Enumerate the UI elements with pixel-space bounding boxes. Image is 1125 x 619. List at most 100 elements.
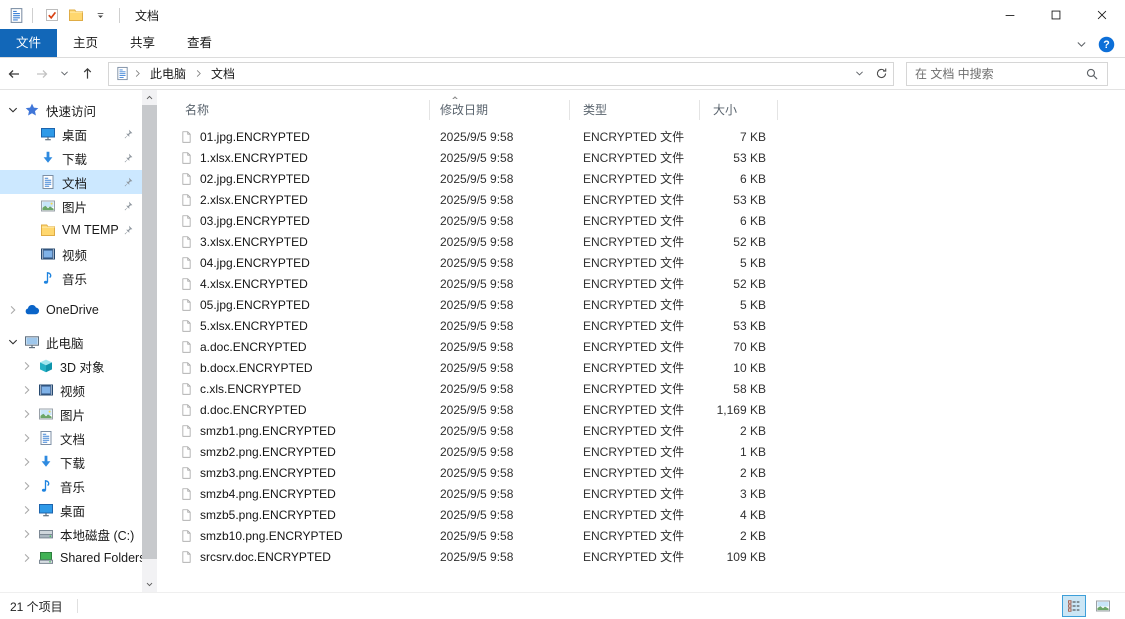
details-view-button[interactable] <box>1062 595 1086 617</box>
file-name: smzb3.png.ENCRYPTED <box>200 466 336 480</box>
sidebar-item-qa-pictures[interactable]: 图片 <box>0 194 142 218</box>
sidebar-item-pc-3d-objects[interactable]: 3D 对象 <box>0 354 142 378</box>
file-row[interactable]: 01.jpg.ENCRYPTED2025/9/5 9:58ENCRYPTED 文… <box>170 126 1125 147</box>
sidebar-item-qa-downloads[interactable]: 下载 <box>0 146 142 170</box>
sidebar-item-pc-shared-folders[interactable]: Shared Folders <box>0 546 142 570</box>
column-header-date-modified[interactable]: 修改日期 <box>430 100 570 120</box>
file-icon <box>180 528 193 544</box>
file-type: ENCRYPTED 文件 <box>570 401 700 418</box>
download-icon <box>40 150 56 166</box>
file-row[interactable]: 4.xlsx.ENCRYPTED2025/9/5 9:58ENCRYPTED 文… <box>170 273 1125 294</box>
maximize-button[interactable] <box>1033 0 1079 30</box>
breadcrumb-documents[interactable]: 文档 <box>206 65 240 82</box>
file-row[interactable]: smzb2.png.ENCRYPTED2025/9/5 9:58ENCRYPTE… <box>170 441 1125 462</box>
file-row[interactable]: srcsrv.doc.ENCRYPTED2025/9/5 9:58ENCRYPT… <box>170 546 1125 567</box>
file-size: 3 KB <box>700 487 778 501</box>
address-dropdown-button[interactable] <box>849 63 869 85</box>
file-row[interactable]: smzb10.png.ENCRYPTED2025/9/5 9:58ENCRYPT… <box>170 525 1125 546</box>
file-size: 53 KB <box>700 193 778 207</box>
file-row[interactable]: smzb1.png.ENCRYPTED2025/9/5 9:58ENCRYPTE… <box>170 420 1125 441</box>
minimize-button[interactable] <box>987 0 1033 30</box>
column-header-type[interactable]: 类型 <box>570 100 700 120</box>
sidebar-item-pc-desktop[interactable]: 桌面 <box>0 498 142 522</box>
thumbnails-view-button[interactable] <box>1091 595 1115 617</box>
main-area: 快速访问桌面下载文档图片VM TEMP视频音乐OneDrive此电脑3D 对象视… <box>0 90 1125 592</box>
file-row[interactable]: 5.xlsx.ENCRYPTED2025/9/5 9:58ENCRYPTED 文… <box>170 315 1125 336</box>
file-row[interactable]: 1.xlsx.ENCRYPTED2025/9/5 9:58ENCRYPTED 文… <box>170 147 1125 168</box>
file-icon <box>180 549 193 565</box>
sidebar-item-this-pc[interactable]: 此电脑 <box>0 330 142 354</box>
breadcrumb-this-pc[interactable]: 此电脑 <box>145 65 191 82</box>
file-row[interactable]: 04.jpg.ENCRYPTED2025/9/5 9:58ENCRYPTED 文… <box>170 252 1125 273</box>
sidebar-item-pc-pictures[interactable]: 图片 <box>0 402 142 426</box>
file-icon <box>180 255 193 271</box>
sidebar-scrollbar[interactable] <box>142 90 157 592</box>
chevron-right-icon <box>20 383 34 397</box>
search-input[interactable] <box>907 67 1085 81</box>
back-button[interactable] <box>0 60 28 88</box>
quick-access-toolbar: 文档 <box>0 0 987 30</box>
sidebar-item-qa-music[interactable]: 音乐 <box>0 266 142 290</box>
sidebar-item-pc-documents[interactable]: 文档 <box>0 426 142 450</box>
file-row[interactable]: 05.jpg.ENCRYPTED2025/9/5 9:58ENCRYPTED 文… <box>170 294 1125 315</box>
file-type: ENCRYPTED 文件 <box>570 422 700 439</box>
column-header-size[interactable]: 大小 <box>700 100 778 120</box>
file-name-cell: b.docx.ENCRYPTED <box>170 360 430 376</box>
sidebar-item-pc-local-disk-c[interactable]: 本地磁盘 (C:) <box>0 522 142 546</box>
pin-icon <box>122 128 134 140</box>
file-type: ENCRYPTED 文件 <box>570 506 700 523</box>
file-name: smzb2.png.ENCRYPTED <box>200 445 336 459</box>
file-row[interactable]: 03.jpg.ENCRYPTED2025/9/5 9:58ENCRYPTED 文… <box>170 210 1125 231</box>
file-type: ENCRYPTED 文件 <box>570 317 700 334</box>
address-bar[interactable]: 此电脑 文档 <box>108 62 894 86</box>
close-button[interactable] <box>1079 0 1125 30</box>
file-size: 70 KB <box>700 340 778 354</box>
file-row[interactable]: b.docx.ENCRYPTED2025/9/5 9:58ENCRYPTED 文… <box>170 357 1125 378</box>
sidebar-item-qa-documents[interactable]: 文档 <box>0 170 142 194</box>
sidebar-item-pc-music[interactable]: 音乐 <box>0 474 142 498</box>
tab-view[interactable]: 查看 <box>171 29 228 57</box>
tab-file[interactable]: 文件 <box>0 29 57 57</box>
sort-ascending-icon <box>447 90 463 99</box>
file-row[interactable]: 3.xlsx.ENCRYPTED2025/9/5 9:58ENCRYPTED 文… <box>170 231 1125 252</box>
sidebar-item-qa-vm-temp[interactable]: VM TEMP <box>0 218 142 242</box>
column-header-name[interactable]: 名称 <box>170 100 430 120</box>
file-row[interactable]: smzb4.png.ENCRYPTED2025/9/5 9:58ENCRYPTE… <box>170 483 1125 504</box>
scrollbar-thumb[interactable] <box>142 105 157 559</box>
up-button[interactable] <box>72 60 102 88</box>
sidebar-item-qa-desktop[interactable]: 桌面 <box>0 122 142 146</box>
file-type: ENCRYPTED 文件 <box>570 212 700 229</box>
file-name: 5.xlsx.ENCRYPTED <box>200 319 308 333</box>
sidebar-item-onedrive[interactable]: OneDrive <box>0 298 142 322</box>
new-folder-button[interactable] <box>64 3 88 27</box>
scroll-up-button[interactable] <box>142 90 157 105</box>
forward-button[interactable] <box>28 60 56 88</box>
file-row[interactable]: c.xls.ENCRYPTED2025/9/5 9:58ENCRYPTED 文件… <box>170 378 1125 399</box>
file-row[interactable]: smzb5.png.ENCRYPTED2025/9/5 9:58ENCRYPTE… <box>170 504 1125 525</box>
file-row[interactable]: smzb3.png.ENCRYPTED2025/9/5 9:58ENCRYPTE… <box>170 462 1125 483</box>
sidebar-item-quick-access[interactable]: 快速访问 <box>0 98 142 122</box>
file-name: 04.jpg.ENCRYPTED <box>200 256 310 270</box>
title-bar: 文档 <box>0 0 1125 30</box>
customize-toolbar-button[interactable] <box>88 3 112 27</box>
help-button[interactable]: ? <box>1098 36 1115 53</box>
tab-share[interactable]: 共享 <box>114 29 171 57</box>
file-date-modified: 2025/9/5 9:58 <box>430 403 570 417</box>
properties-button[interactable] <box>40 3 64 27</box>
sidebar-item-pc-downloads[interactable]: 下载 <box>0 450 142 474</box>
recent-locations-button[interactable] <box>56 60 72 88</box>
file-name-cell: 02.jpg.ENCRYPTED <box>170 171 430 187</box>
scroll-down-button[interactable] <box>142 577 157 592</box>
file-row[interactable]: d.doc.ENCRYPTED2025/9/5 9:58ENCRYPTED 文件… <box>170 399 1125 420</box>
sidebar-item-qa-videos[interactable]: 视频 <box>0 242 142 266</box>
navigation-bar: 此电脑 文档 <box>0 58 1125 90</box>
sidebar-item-pc-videos[interactable]: 视频 <box>0 378 142 402</box>
file-row[interactable]: a.doc.ENCRYPTED2025/9/5 9:58ENCRYPTED 文件… <box>170 336 1125 357</box>
file-icon <box>180 423 193 439</box>
file-row[interactable]: 02.jpg.ENCRYPTED2025/9/5 9:58ENCRYPTED 文… <box>170 168 1125 189</box>
sidebar-item-label: 视频 <box>60 381 142 400</box>
expand-ribbon-button[interactable] <box>1075 38 1088 51</box>
file-row[interactable]: 2.xlsx.ENCRYPTED2025/9/5 9:58ENCRYPTED 文… <box>170 189 1125 210</box>
refresh-button[interactable] <box>869 63 893 85</box>
tab-home[interactable]: 主页 <box>57 29 114 57</box>
